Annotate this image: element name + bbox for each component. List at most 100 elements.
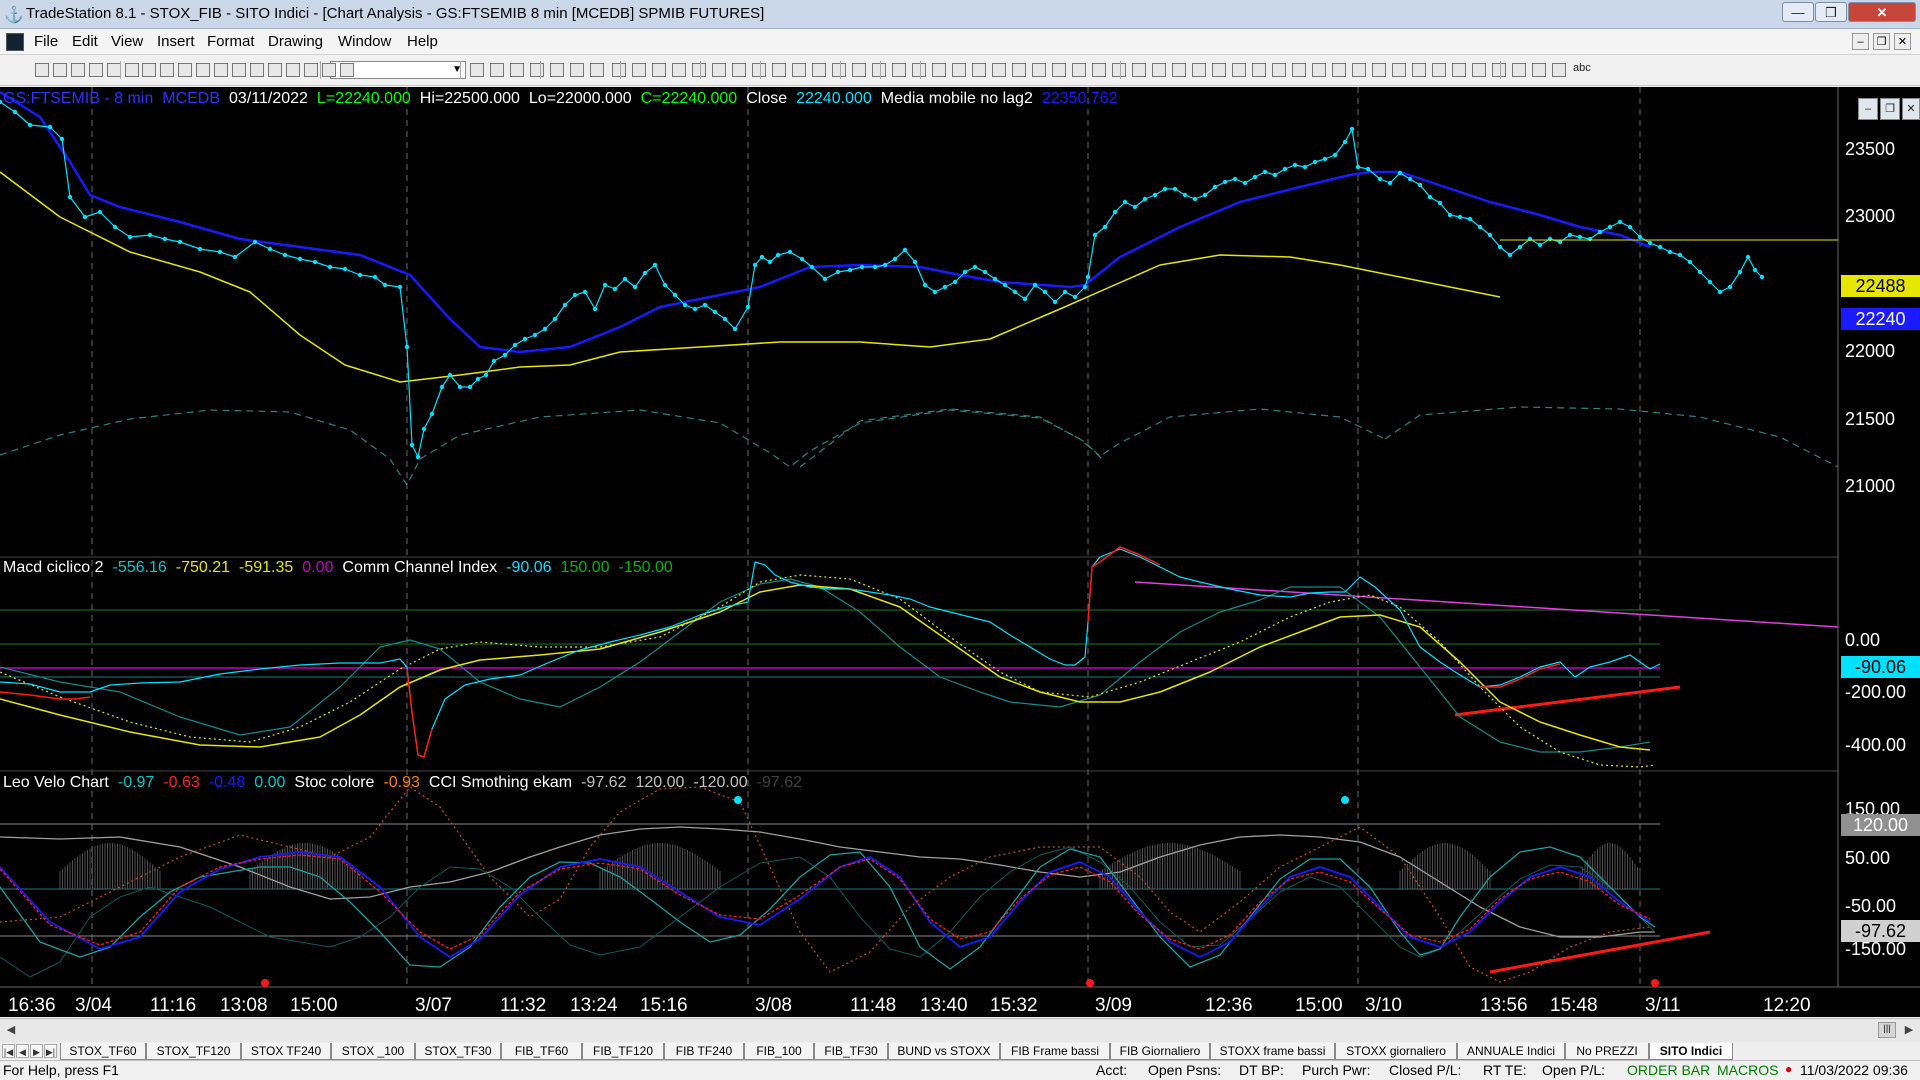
tab-fib-100[interactable]: FIB_100 xyxy=(744,1043,814,1060)
toolbar-button-icon[interactable] xyxy=(1552,63,1566,77)
mdi-close-icon[interactable]: ✕ xyxy=(1894,33,1911,50)
toolbar-button-icon[interactable] xyxy=(732,63,746,77)
toolbar-button-icon[interactable] xyxy=(672,63,686,77)
toolbar-button-icon[interactable] xyxy=(1192,63,1206,77)
chart-close-icon[interactable]: ✕ xyxy=(1902,98,1920,120)
toolbar-button-icon[interactable] xyxy=(1412,63,1426,77)
tab-stox-tf120[interactable]: STOX_TF120 xyxy=(146,1043,241,1060)
tab-stox-100[interactable]: STOX _100 xyxy=(331,1043,415,1060)
chart-restore-icon[interactable]: ❐ xyxy=(1880,98,1900,120)
tab-stox-tf240[interactable]: STOX TF240 xyxy=(241,1043,331,1060)
toolbar-button-icon[interactable] xyxy=(550,63,564,77)
toolbar-button-icon[interactable] xyxy=(1272,63,1286,77)
toolbar-button-icon[interactable] xyxy=(1052,63,1066,77)
chart-minimize-icon[interactable]: – xyxy=(1858,98,1878,120)
toolbar-button-icon[interactable] xyxy=(53,63,67,77)
toolbar-button-icon[interactable] xyxy=(268,63,282,77)
tab-stox-tf60[interactable]: STOX_TF60 xyxy=(60,1043,146,1060)
chart-window-icon[interactable] xyxy=(6,33,24,51)
menu-help[interactable]: Help xyxy=(407,33,438,50)
tab-annuale-indici[interactable]: ANNUALE Indici xyxy=(1457,1043,1565,1060)
tab-bund-vs-stoxx[interactable]: BUND vs STOXX xyxy=(888,1043,1000,1060)
tab-stox-tf30[interactable]: STOX_TF30 xyxy=(415,1043,501,1060)
chart-canvas[interactable] xyxy=(0,87,1920,1017)
toolbar-button-icon[interactable] xyxy=(1012,63,1026,77)
toolbar-button-icon[interactable] xyxy=(872,63,886,77)
toolbar-button-icon[interactable] xyxy=(250,63,264,77)
toolbar-button-icon[interactable] xyxy=(89,63,103,77)
toolbar-button-icon[interactable] xyxy=(1312,63,1326,77)
close-icon[interactable]: ✕ xyxy=(1848,2,1916,22)
toolbar-button-icon[interactable] xyxy=(952,63,966,77)
toolbar-button-icon[interactable] xyxy=(912,63,926,77)
toolbar-button-icon[interactable] xyxy=(107,63,121,77)
tab-first-icon[interactable]: |◀ xyxy=(2,1044,15,1058)
tab-next-icon[interactable]: ▶ xyxy=(30,1044,43,1058)
toolbar-button-icon[interactable] xyxy=(570,63,584,77)
menu-edit[interactable]: Edit xyxy=(72,33,98,50)
toolbar-button-icon[interactable] xyxy=(752,63,766,77)
toolbar-button-icon[interactable] xyxy=(712,63,726,77)
toolbar-button-icon[interactable] xyxy=(196,63,210,77)
toolbar-button-icon[interactable] xyxy=(1512,63,1526,77)
toolbar-button-icon[interactable] xyxy=(1072,63,1086,77)
toolbar-button-icon[interactable] xyxy=(692,63,706,77)
tab-sito-indici[interactable]: SITO Indici xyxy=(1649,1043,1733,1060)
toolbar-button-icon[interactable] xyxy=(1132,63,1146,77)
toolbar-button-icon[interactable] xyxy=(35,63,49,77)
scroll-right-icon[interactable]: ▶ xyxy=(1900,1021,1918,1039)
tab-fib-tf240[interactable]: FIB TF240 xyxy=(664,1043,744,1060)
menu-format[interactable]: Format xyxy=(207,33,255,50)
toolbar-button-icon[interactable] xyxy=(1472,63,1486,77)
toolbar-button-icon[interactable] xyxy=(1212,63,1226,77)
toolbar-button-icon[interactable] xyxy=(892,63,906,77)
scroll-thumb[interactable]: ||| xyxy=(1878,1022,1896,1038)
tab-fib-tf120[interactable]: FIB_TF120 xyxy=(582,1043,664,1060)
toolbar-button-icon[interactable] xyxy=(612,63,626,77)
tab-fib-frame-bassi[interactable]: FIB Frame bassi xyxy=(1000,1043,1110,1060)
toolbar-button-icon[interactable] xyxy=(1292,63,1306,77)
menu-insert[interactable]: Insert xyxy=(157,33,195,50)
toolbar-button-icon[interactable] xyxy=(1492,63,1506,77)
tab-fib-tf60[interactable]: FIB_TF60 xyxy=(501,1043,582,1060)
toolbar-button-icon[interactable] xyxy=(852,63,866,77)
toolbar-button-icon[interactable] xyxy=(972,63,986,77)
toolbar-button-icon[interactable] xyxy=(160,63,174,77)
mdi-restore-icon[interactable]: ❐ xyxy=(1873,33,1890,50)
toolbar-button-icon[interactable] xyxy=(1372,63,1386,77)
tab-prev-icon[interactable]: ◀ xyxy=(16,1044,29,1058)
toolbar-button-icon[interactable] xyxy=(1032,63,1046,77)
toolbar-button-icon[interactable] xyxy=(1112,63,1126,77)
toolbar-button-icon[interactable] xyxy=(772,63,786,77)
toolbar-button-icon[interactable] xyxy=(1232,63,1246,77)
toolbar-button-icon[interactable] xyxy=(992,63,1006,77)
status-order-bar[interactable]: ORDER BAR xyxy=(1627,1062,1710,1078)
tab-no-prezzi[interactable]: No PREZZI xyxy=(1565,1043,1649,1060)
toolbar-button-icon[interactable] xyxy=(1172,63,1186,77)
toolbar-button-icon[interactable] xyxy=(812,63,826,77)
text-tool-button[interactable]: abc xyxy=(1573,62,1591,74)
toolbar-button-icon[interactable] xyxy=(214,63,228,77)
tab-fib-giornaliero[interactable]: FIB Giornaliero xyxy=(1110,1043,1210,1060)
toolbar-button-icon[interactable] xyxy=(1252,63,1266,77)
toolbar-button-icon[interactable] xyxy=(490,63,504,77)
minimize-icon[interactable]: — xyxy=(1782,2,1814,22)
toolbar-button-icon[interactable] xyxy=(1432,63,1446,77)
toolbar-button-icon[interactable] xyxy=(1532,63,1546,77)
toolbar-button-icon[interactable] xyxy=(1392,63,1406,77)
menu-file[interactable]: File xyxy=(34,33,58,50)
toolbar-button-icon[interactable] xyxy=(1092,63,1106,77)
toolbar-button-icon[interactable] xyxy=(1352,63,1366,77)
toolbar-button-icon[interactable] xyxy=(1152,63,1166,77)
tab-last-icon[interactable]: ▶| xyxy=(44,1044,57,1058)
toolbar-button-icon[interactable] xyxy=(71,63,85,77)
toolbar-button-icon[interactable] xyxy=(632,63,646,77)
toolbar-button-icon[interactable] xyxy=(304,63,318,77)
mdi-minimize-icon[interactable]: – xyxy=(1852,33,1869,50)
menu-view[interactable]: View xyxy=(111,33,143,50)
tab-fib-tf30[interactable]: FIB_TF30 xyxy=(814,1043,888,1060)
toolbar-button-icon[interactable] xyxy=(1452,63,1466,77)
toolbar-button-icon[interactable] xyxy=(286,63,300,77)
restore-icon[interactable]: ❐ xyxy=(1815,2,1847,22)
toolbar-button-icon[interactable] xyxy=(652,63,666,77)
